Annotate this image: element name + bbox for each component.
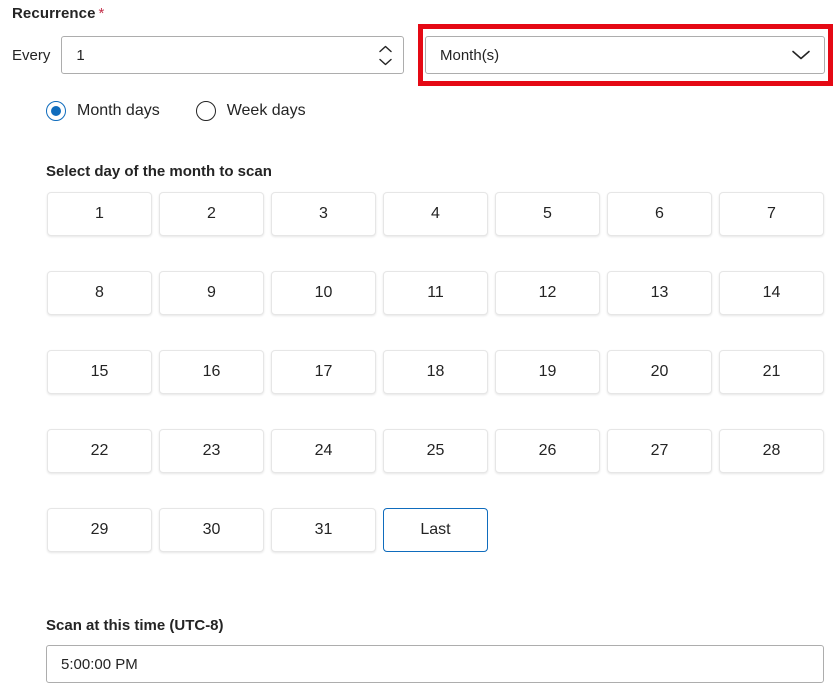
- page-title: Recurrence*: [12, 5, 104, 22]
- chevron-up-icon[interactable]: [379, 45, 392, 53]
- day-cell[interactable]: 14: [719, 271, 824, 315]
- day-cell[interactable]: 31: [271, 508, 376, 552]
- day-cell[interactable]: 17: [271, 350, 376, 394]
- day-cell[interactable]: 26: [495, 429, 600, 473]
- radio-label-month-days: Month days: [77, 102, 160, 120]
- day-cell[interactable]: 23: [159, 429, 264, 473]
- day-cell[interactable]: 1: [47, 192, 152, 236]
- day-cell[interactable]: 11: [383, 271, 488, 315]
- day-cell[interactable]: 6: [607, 192, 712, 236]
- day-cell[interactable]: 10: [271, 271, 376, 315]
- day-cell[interactable]: 30: [159, 508, 264, 552]
- day-cell[interactable]: 20: [607, 350, 712, 394]
- day-cell[interactable]: 9: [159, 271, 264, 315]
- radio-option-week-days[interactable]: Week days: [196, 101, 306, 121]
- day-of-month-grid: 1 2 3 4 5 6 7 8 9 10 11 12 13 14 15 16 1…: [47, 192, 823, 552]
- recurrence-mode-radio-group: Month days Week days: [46, 101, 306, 121]
- radio-option-month-days[interactable]: Month days: [46, 101, 160, 121]
- day-cell[interactable]: 22: [47, 429, 152, 473]
- every-label: Every: [12, 47, 50, 64]
- chevron-down-icon[interactable]: [791, 49, 824, 61]
- day-cell[interactable]: 18: [383, 350, 488, 394]
- recurrence-settings-panel: Recurrence* Every 1 Month(s): [0, 0, 836, 695]
- day-cell[interactable]: 24: [271, 429, 376, 473]
- day-cell[interactable]: 27: [607, 429, 712, 473]
- scan-time-input[interactable]: 5:00:00 PM: [46, 645, 824, 683]
- day-cell[interactable]: 5: [495, 192, 600, 236]
- scan-time-heading: Scan at this time (UTC-8): [46, 617, 224, 634]
- day-cell[interactable]: 21: [719, 350, 824, 394]
- day-cell[interactable]: 12: [495, 271, 600, 315]
- day-cell[interactable]: 8: [47, 271, 152, 315]
- day-cell[interactable]: 2: [159, 192, 264, 236]
- radio-icon-selected[interactable]: [46, 101, 66, 121]
- day-picker-heading: Select day of the month to scan: [46, 163, 272, 180]
- day-cell[interactable]: 7: [719, 192, 824, 236]
- required-asterisk: *: [99, 5, 105, 22]
- radio-label-week-days: Week days: [227, 102, 306, 120]
- day-cell[interactable]: 13: [607, 271, 712, 315]
- recurrence-label-text: Recurrence: [12, 5, 96, 22]
- recurrence-unit-dropdown[interactable]: Month(s): [425, 36, 825, 74]
- radio-icon-unselected[interactable]: [196, 101, 216, 121]
- day-cell-last-selected[interactable]: Last: [383, 508, 488, 552]
- scan-time-value: 5:00:00 PM: [47, 657, 138, 672]
- day-cell[interactable]: 3: [271, 192, 376, 236]
- day-cell[interactable]: 16: [159, 350, 264, 394]
- interval-stepper[interactable]: 1: [61, 36, 404, 74]
- day-cell[interactable]: 19: [495, 350, 600, 394]
- day-cell[interactable]: 25: [383, 429, 488, 473]
- day-cell[interactable]: 29: [47, 508, 152, 552]
- interval-spinner-buttons[interactable]: [376, 37, 394, 73]
- chevron-down-icon[interactable]: [379, 58, 392, 66]
- recurrence-unit-selected-value: Month(s): [426, 48, 499, 63]
- interval-input-value[interactable]: 1: [62, 48, 84, 63]
- day-cell[interactable]: 15: [47, 350, 152, 394]
- every-interval-row: Every 1: [12, 36, 404, 74]
- radio-dot: [51, 106, 61, 116]
- day-cell[interactable]: 4: [383, 192, 488, 236]
- day-cell[interactable]: 28: [719, 429, 824, 473]
